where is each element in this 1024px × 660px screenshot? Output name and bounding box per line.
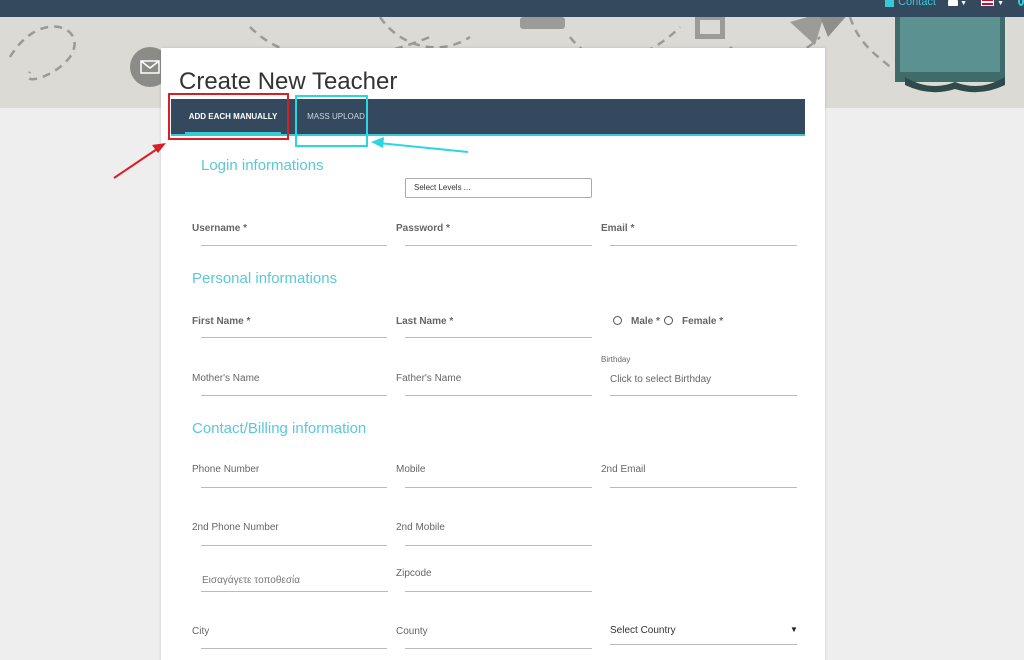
cyan-arrow <box>371 137 469 153</box>
annotation-arrows <box>113 137 469 179</box>
red-arrow <box>113 143 166 179</box>
